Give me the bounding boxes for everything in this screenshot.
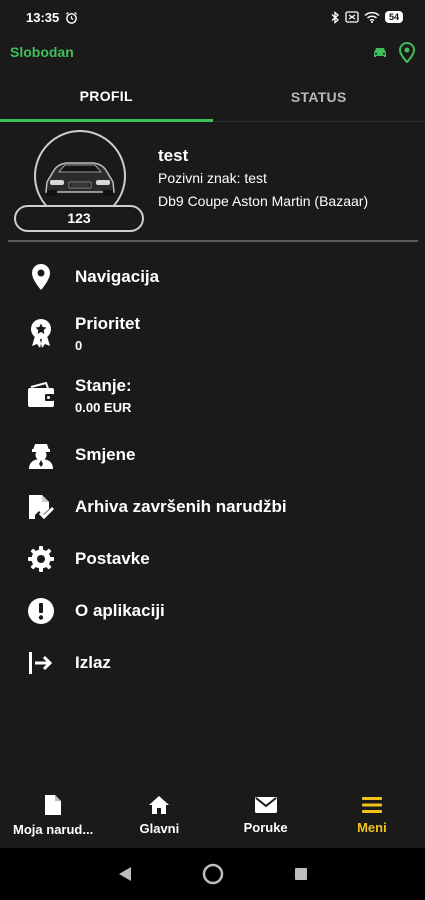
nav-label-glavni: Glavni	[139, 820, 180, 836]
car-status-icon[interactable]	[371, 45, 389, 59]
wallet-icon	[26, 380, 56, 410]
menu-item-smjene[interactable]: Smjene	[0, 440, 425, 470]
menu-label-prioritet: Prioritet	[75, 314, 141, 333]
tab-bar: PROFIL STATUS	[0, 72, 425, 122]
profile-card: 123 test Pozivni znak: test Db9 Coupe As…	[0, 128, 425, 238]
profile-name: test	[158, 146, 189, 165]
mail-icon	[254, 796, 277, 813]
home-button-icon[interactable]	[202, 863, 224, 885]
info-alert-icon	[26, 596, 56, 626]
nav-meni[interactable]: Meni	[319, 782, 425, 848]
menu-item-stanje[interactable]: Stanje: 0.00 EUR	[0, 374, 425, 418]
status-time-group: 13:35	[26, 10, 78, 25]
menu-item-prioritet[interactable]: Prioritet 0	[0, 312, 425, 356]
nav-glavni[interactable]: Glavni	[106, 782, 212, 848]
gear-icon	[26, 544, 56, 574]
logout-icon	[26, 648, 56, 678]
menu-label-navigacija: Navigacija	[75, 267, 160, 286]
location-pin-icon	[26, 262, 56, 292]
app-header: Slobodan	[0, 34, 425, 70]
menu-item-izlaz[interactable]: Izlaz	[0, 648, 425, 678]
tab-status-label: STATUS	[290, 88, 347, 105]
menu-item-o-aplikaciji[interactable]: O aplikaciji	[0, 596, 425, 626]
driver-icon	[26, 440, 56, 470]
alarm-icon	[66, 11, 78, 24]
nav-poruke[interactable]: Poruke	[213, 782, 319, 848]
profile-car: Db9 Coupe Aston Martin (Bazaar)	[158, 193, 369, 209]
nav-moja-narudzba[interactable]: Moja narud...	[0, 782, 106, 848]
menu-label-o-aplikaciji: O aplikaciji	[75, 601, 165, 620]
menu-item-arhiva[interactable]: Arhiva završenih narudžbi	[0, 492, 425, 522]
system-status-bar: 13:35 54	[0, 0, 425, 34]
tab-profil-label: PROFIL	[79, 87, 133, 104]
tab-status[interactable]: STATUS	[212, 72, 425, 122]
battery-indicator: 54	[384, 11, 403, 23]
driver-name: Slobodan	[10, 44, 74, 60]
sim-off-icon	[345, 11, 359, 23]
profile-call-sign: Pozivni znak: test	[158, 170, 267, 186]
nav-label-moja-narudzba: Moja narud...	[13, 821, 94, 837]
home-icon	[149, 795, 170, 814]
archive-check-icon	[26, 492, 56, 522]
car-number-badge: 123	[14, 205, 144, 232]
back-icon[interactable]	[118, 866, 132, 882]
profile-divider	[8, 240, 418, 242]
menu-item-postavke[interactable]: Postavke	[0, 544, 425, 574]
document-icon	[45, 794, 62, 815]
menu-value-stanje: 0.00 EUR	[75, 400, 132, 415]
system-nav-bar	[0, 848, 425, 900]
status-time: 13:35	[26, 9, 60, 25]
menu-icon	[361, 796, 382, 813]
menu-label-stanje: Stanje:	[75, 376, 132, 395]
tab-profil[interactable]: PROFIL	[0, 72, 213, 122]
header-icons	[371, 41, 415, 63]
recents-icon[interactable]	[294, 867, 308, 881]
wifi-icon	[364, 11, 380, 23]
nav-label-meni: Meni	[357, 819, 387, 835]
car-avatar-icon	[45, 162, 115, 196]
status-icons: 54	[331, 10, 403, 24]
menu-label-smjene: Smjene	[75, 445, 136, 464]
menu-label-izlaz: Izlaz	[75, 653, 111, 672]
bluetooth-icon	[331, 10, 339, 24]
menu-item-navigacija[interactable]: Navigacija	[0, 262, 425, 292]
location-icon[interactable]	[399, 41, 415, 63]
menu-value-prioritet: 0	[75, 338, 83, 353]
menu-label-arhiva: Arhiva završenih narudžbi	[75, 497, 287, 516]
nav-label-poruke: Poruke	[243, 819, 288, 835]
menu-label-postavke: Postavke	[75, 549, 150, 568]
badge-icon	[26, 318, 56, 348]
bottom-nav: Moja narud... Glavni Poruke Meni	[0, 782, 425, 848]
